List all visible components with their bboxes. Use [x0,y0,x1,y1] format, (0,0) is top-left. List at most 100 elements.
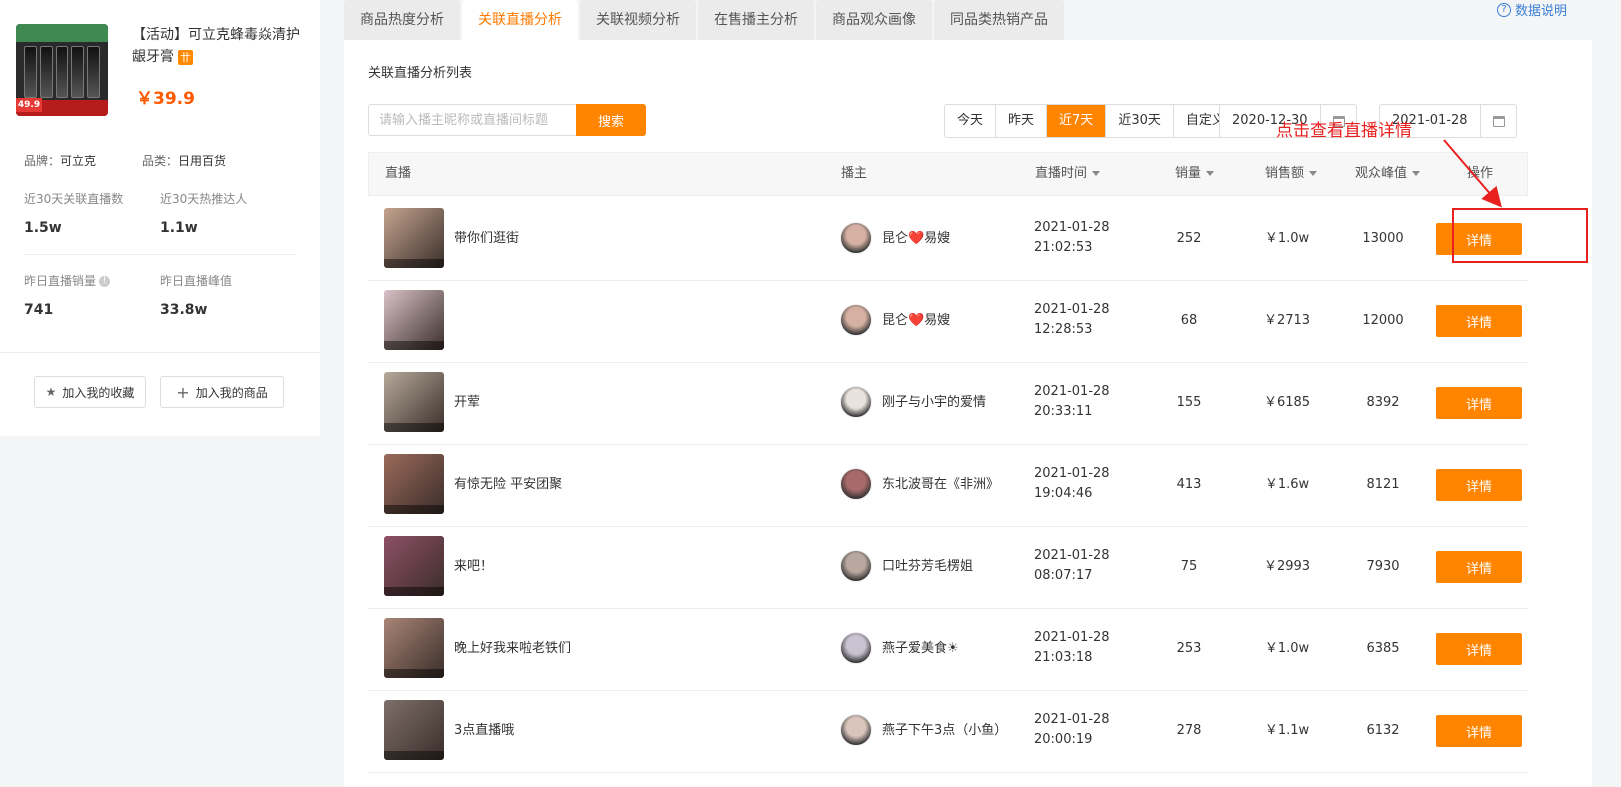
tab-5[interactable]: 同品类热销产品 [934,0,1064,40]
add-to-my-products-button[interactable]: + 加入我的商品 [160,376,284,408]
anchor-name[interactable]: 刚子与小宇的爱情 [882,360,986,445]
tab-2[interactable]: 关联视频分析 [580,0,696,40]
live-time: 2021-01-28 08:07:17 [1034,548,1110,583]
anchor-name[interactable]: 昆仑❤️易嫂 [882,278,950,363]
table-row: 晚上好我来啦老铁们 燕子爱美食☀ 2021-01-28 21:03:18 253 ￥1.0… [368,606,1528,691]
peak-value: 13000 [1362,231,1404,246]
avatar[interactable] [840,222,872,254]
sort-icon [1092,171,1101,176]
anchor-name[interactable]: 燕子爱美食☀ [882,606,959,691]
detail-button[interactable]: 详情 [1436,305,1522,337]
peak-value: 8392 [1366,395,1400,410]
peak-value: 7930 [1366,559,1400,574]
detail-button[interactable]: 详情 [1436,387,1522,419]
annotation-text: 点击查看直播详情 [1276,121,1412,141]
live-time: 2021-01-28 12:28:53 [1034,302,1110,337]
peak-value: 8121 [1366,477,1400,492]
range-button[interactable]: 近7天 [1047,105,1107,137]
table-row: 来吧！ 口吐芬芳毛楞姐 2021-01-28 08:07:17 75 ￥2993 7930 详… [368,524,1528,609]
tab-3[interactable]: 在售播主分析 [698,0,814,40]
peak-value: 6385 [1366,641,1400,656]
sales-value: 155 [1176,395,1202,410]
anchor-name[interactable]: 口吐芬芳毛楞姐 [882,524,973,609]
stat-value: 1.5w [24,220,62,236]
live-time: 2021-01-28 20:33:11 [1034,384,1110,419]
sales-value: 75 [1180,559,1198,574]
sales-value: 278 [1176,723,1202,738]
annotation-highlight-box [1452,208,1588,263]
live-title[interactable]: 来吧！ [454,524,493,609]
calendar-icon[interactable] [1480,105,1516,137]
product-image-label: 49.9 [16,98,42,112]
avatar[interactable] [840,714,872,746]
stat-value: 33.8w [160,302,208,318]
product-image[interactable]: 49.9 [16,24,108,116]
avatar[interactable] [840,304,872,336]
detail-button[interactable]: 详情 [1436,715,1522,747]
anchor-name[interactable]: 东北波哥在《非洲》 [882,442,999,527]
live-thumbnail[interactable] [384,536,444,596]
add-to-favorites-button[interactable]: ★ 加入我的收藏 [34,376,146,408]
divider [0,352,320,353]
live-thumbnail[interactable] [384,208,444,268]
live-time: 2021-01-28 21:02:53 [1034,220,1110,255]
divider [24,254,296,255]
tab-4[interactable]: 商品观众画像 [816,0,932,40]
revenue-value: ￥1.1w [1264,723,1310,738]
live-thumbnail[interactable] [384,700,444,760]
stat-label: 昨日直播峰值 [160,274,233,288]
anchor-name[interactable]: 燕子下午3点（小鱼） [882,688,1007,773]
stat-value: 1.1w [160,220,198,236]
table-header: 直播 播主 直播时间 销量 销售额 观众峰值 操作 [368,152,1528,196]
stat-label: 近30天热推达人 [160,192,248,206]
stat-label: 近30天关联直播数 [24,192,124,206]
revenue-value: ￥6185 [1263,395,1311,410]
revenue-value: ￥1.0w [1264,641,1310,656]
shop-badge-icon: 〹 [178,49,193,65]
sort-icon [1412,171,1421,176]
search-input[interactable] [368,104,576,136]
avatar[interactable] [840,550,872,582]
search-button[interactable]: 搜索 [576,104,646,136]
info-icon[interactable]: ! [99,276,111,287]
peak-value: 6132 [1366,723,1400,738]
avatar[interactable] [840,632,872,664]
column-header-peak[interactable]: 观众峰值 [1355,153,1421,195]
revenue-value: ￥1.6w [1264,477,1310,492]
detail-button[interactable]: 详情 [1436,633,1522,665]
tab-0[interactable]: 商品热度分析 [344,0,460,40]
sales-value: 253 [1176,641,1202,656]
range-button[interactable]: 昨天 [996,105,1048,137]
product-price: ￥39.9 [136,89,195,109]
data-help-link[interactable]: ? 数据说明 [1497,0,1567,19]
live-title[interactable]: 开荤 [454,360,480,445]
avatar[interactable] [840,468,872,500]
live-thumbnail[interactable] [384,618,444,678]
plus-icon: + [176,382,190,402]
live-title[interactable]: 有惊无险 平安团聚 [454,442,562,527]
product-title[interactable]: 【活动】可立克蜂毒焱清护龈牙膏〹 [132,24,308,68]
revenue-value: ￥1.0w [1264,231,1310,246]
live-title[interactable]: 3点直播哦 [454,688,514,773]
range-button[interactable]: 近30天 [1106,105,1174,137]
live-thumbnail[interactable] [384,454,444,514]
column-header-sales[interactable]: 销量 [1175,153,1215,195]
avatar[interactable] [840,386,872,418]
section-title: 关联直播分析列表 [368,66,473,81]
detail-button[interactable]: 详情 [1436,469,1522,501]
range-button[interactable]: 今天 [945,105,997,137]
live-thumbnail[interactable] [384,290,444,350]
detail-button[interactable]: 详情 [1436,551,1522,583]
brand-info: 品牌：可立克 [24,154,97,168]
column-header-revenue[interactable]: 销售额 [1265,153,1318,195]
column-header-live: 直播 [385,166,412,181]
live-thumbnail[interactable] [384,372,444,432]
tab-1[interactable]: 关联直播分析 [462,0,578,40]
sales-value: 68 [1180,313,1198,328]
live-time: 2021-01-28 19:04:46 [1034,466,1110,501]
live-title[interactable]: 带你们逛街 [454,196,519,281]
sales-value: 413 [1176,477,1202,492]
column-header-time[interactable]: 直播时间 [1035,153,1101,195]
live-title[interactable]: 晚上好我来啦老铁们 [454,606,571,691]
anchor-name[interactable]: 昆仑❤️易嫂 [882,196,950,281]
